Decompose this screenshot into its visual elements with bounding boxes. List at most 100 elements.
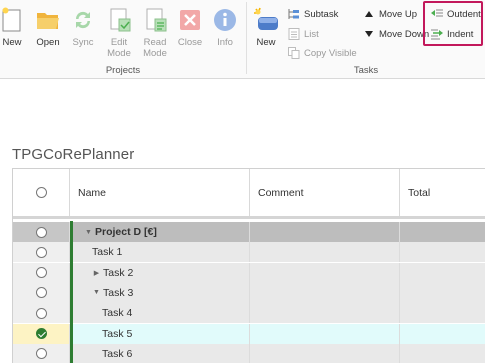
open-label: Open [36,37,60,48]
select-all-header[interactable] [13,169,70,216]
task-name: Task 5 [102,327,133,340]
sync-label: Sync [72,37,94,48]
table-row[interactable]: Task 6 [13,343,485,363]
collapse-arrow-icon[interactable]: ▼ [84,229,93,236]
close-button[interactable]: Close [172,6,208,48]
comment-cell[interactable] [250,222,400,242]
triangle-up-icon [365,11,373,17]
column-header-comment[interactable]: Comment [250,169,400,216]
row-select-cell[interactable] [13,303,70,324]
row-select-radio[interactable] [35,226,47,238]
collapse-arrow-icon[interactable]: ▼ [92,289,101,296]
comment-cell[interactable] [250,262,400,283]
column-header-name[interactable]: Name [70,169,250,216]
table-row[interactable]: ▼ Task 3 [13,282,485,303]
row-select-cell[interactable] [13,323,70,344]
edit-mode-button[interactable]: Edit Mode [101,6,137,59]
subtask-icon [288,9,299,19]
info-button[interactable]: Info [207,6,243,48]
name-cell[interactable]: Task 6 [70,343,250,363]
folder-open-icon [37,13,59,29]
new-project-button[interactable]: New [0,6,30,48]
task-name: Task 6 [102,347,133,360]
read-mode-label: Read Mode [143,37,167,59]
list-icon [288,28,300,40]
row-select-radio[interactable] [35,348,47,360]
close-icon [180,10,200,30]
comment-cell[interactable] [250,323,400,344]
read-mode-button[interactable]: Read Mode [137,6,173,59]
summary-row[interactable]: ▼ Project D [€] [13,222,485,242]
row-select-cell[interactable] [13,343,70,363]
task-name: Task 1 [92,246,123,259]
list-label: List [304,28,319,40]
comment-cell[interactable] [250,343,400,363]
read-mode-icon [146,8,167,32]
total-cell[interactable] [400,343,485,363]
new-task-label: New [256,37,276,48]
sync-icon [75,11,91,29]
expand-arrow-icon[interactable]: ▶ [92,269,101,277]
info-icon [214,9,236,31]
row-selected-check-icon[interactable] [35,328,47,339]
row-select-radio[interactable] [35,246,47,258]
tasks-group-label: Tasks [353,65,379,76]
task-name: Project D [€] [95,226,157,238]
task-grid: Name Comment Total ▼ Project D [€] Task 1 ▶… [12,168,485,363]
column-header-total[interactable]: Total [400,169,485,216]
copy-visible-button[interactable]: Copy Visible [287,45,357,61]
column-header-total-label: Total [408,186,431,199]
total-cell[interactable] [400,262,485,283]
edit-mode-icon [110,8,131,32]
select-all-radio[interactable] [35,187,47,198]
task-name: Task 4 [102,307,133,320]
open-button[interactable]: Open [30,6,66,48]
task-name: Task 3 [103,286,134,299]
row-select-cell[interactable] [13,242,70,263]
grid-header: Name Comment Total [13,169,485,219]
name-cell[interactable]: ▶ Task 2 [70,262,250,283]
row-select-radio[interactable] [35,287,47,299]
column-header-name-label: Name [78,186,107,199]
new-project-icon [2,7,21,32]
name-cell[interactable]: ▼ Task 3 [70,282,250,303]
page-title: TPGCoRePlanner [12,146,135,163]
table-row[interactable]: Task 4 [13,303,485,324]
total-cell[interactable] [400,282,485,303]
new-project-label: New [2,37,22,48]
move-down-button[interactable]: Move Down [362,26,429,42]
row-select-radio[interactable] [35,307,47,319]
name-cell[interactable]: ▼ Project D [€] [70,222,250,242]
new-task-button[interactable]: New [248,6,284,48]
close-label: Close [177,37,203,48]
table-row[interactable]: Task 5 [13,323,485,344]
list-button[interactable]: List [287,26,319,42]
row-select-cell[interactable] [13,262,70,283]
comment-cell[interactable] [250,282,400,303]
comment-cell[interactable] [250,242,400,263]
new-task-icon [254,7,278,30]
total-cell[interactable] [400,242,485,263]
total-cell[interactable] [400,222,485,242]
table-row[interactable]: Task 1 [13,242,485,263]
total-cell[interactable] [400,303,485,324]
table-row[interactable]: ▶ Task 2 [13,262,485,283]
triangle-down-icon [365,31,373,37]
sync-button[interactable]: Sync [65,6,101,48]
name-cell[interactable]: Task 5 [70,323,250,344]
group-divider [246,2,247,74]
move-up-button[interactable]: Move Up [362,6,417,22]
move-up-label: Move Up [379,8,418,20]
name-cell[interactable]: Task 4 [70,303,250,324]
comment-cell[interactable] [250,303,400,324]
row-select-radio[interactable] [35,267,47,279]
subtask-label: Subtask [304,8,339,20]
outdent-indent-highlight [423,1,483,46]
task-name: Task 2 [103,266,134,279]
total-cell[interactable] [400,323,485,344]
row-select-cell[interactable] [13,222,70,242]
copy-visible-label: Copy Visible [304,47,357,59]
subtask-button[interactable]: Subtask [287,6,338,22]
name-cell[interactable]: Task 1 [70,242,250,263]
row-select-cell[interactable] [13,282,70,303]
